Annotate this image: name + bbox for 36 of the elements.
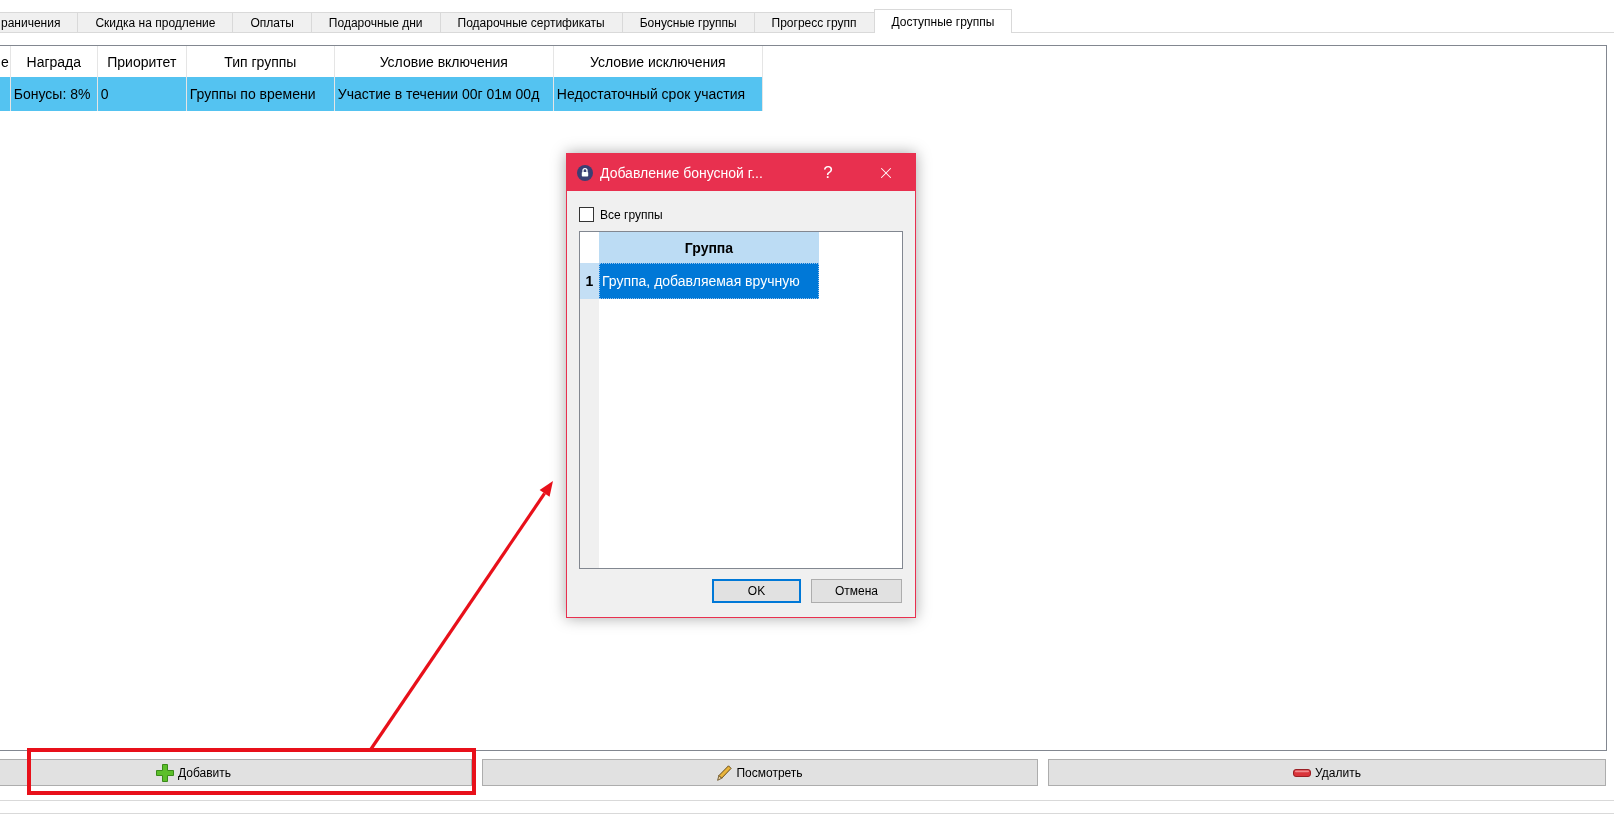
dialog-button[interactable]: OK [712, 579, 801, 603]
tab[interactable]: Скидка на продление [77, 12, 234, 32]
column-header[interactable]: Условие включения [334, 46, 554, 77]
column-header[interactable]: Условие исключения [553, 46, 763, 77]
table-cell: Недостаточный срок участия [553, 77, 763, 111]
tab[interactable]: Прогресс групп [753, 12, 875, 32]
lock-icon [577, 164, 593, 181]
table-cell: Бонусы: 8% [10, 77, 98, 111]
pencil-icon [717, 764, 733, 781]
column-header[interactable]: е [0, 46, 11, 77]
column-header[interactable]: Приоритет [97, 46, 187, 77]
dialog-title: Добавление бонусной г... [600, 164, 764, 181]
checkbox-label[interactable]: Все группы [600, 207, 663, 222]
tab[interactable]: Оплаты [232, 12, 312, 32]
tab[interactable]: Бонусные группы [621, 12, 755, 32]
plus-icon [155, 763, 174, 782]
column-header[interactable]: Группа [599, 232, 819, 263]
checkbox[interactable] [579, 207, 594, 222]
table-cell: Участие в течении 00г 01м 00д [334, 77, 554, 111]
minus-icon [1293, 768, 1312, 777]
row-number[interactable]: 1 [580, 263, 599, 299]
add-button[interactable]: Добавить [0, 759, 472, 786]
view-button[interactable]: Посмотреть [482, 759, 1038, 786]
table-cell: 0 [97, 77, 187, 111]
tab[interactable]: Подарочные сертификаты [439, 12, 623, 32]
column-header[interactable]: Награда [10, 46, 98, 77]
tab[interactable]: Подарочные дни [310, 12, 441, 32]
tab[interactable]: раничения [0, 12, 79, 32]
table-cell[interactable]: Группа, добавляемая вручную [599, 263, 819, 299]
table-cell: Группы по времени [186, 77, 335, 111]
dialog-button[interactable]: Отмена [811, 579, 902, 603]
tab[interactable]: Доступные группы [873, 9, 1013, 33]
help-button[interactable]: ? [805, 157, 851, 188]
column-header[interactable]: Тип группы [186, 46, 335, 77]
delete-button[interactable]: Удалить [1048, 759, 1606, 786]
table-row[interactable]: Бонусы: 8% 0 Группы по времени Участие в течении 00г 01м 00д Недостаточный срок участия [0, 77, 763, 111]
